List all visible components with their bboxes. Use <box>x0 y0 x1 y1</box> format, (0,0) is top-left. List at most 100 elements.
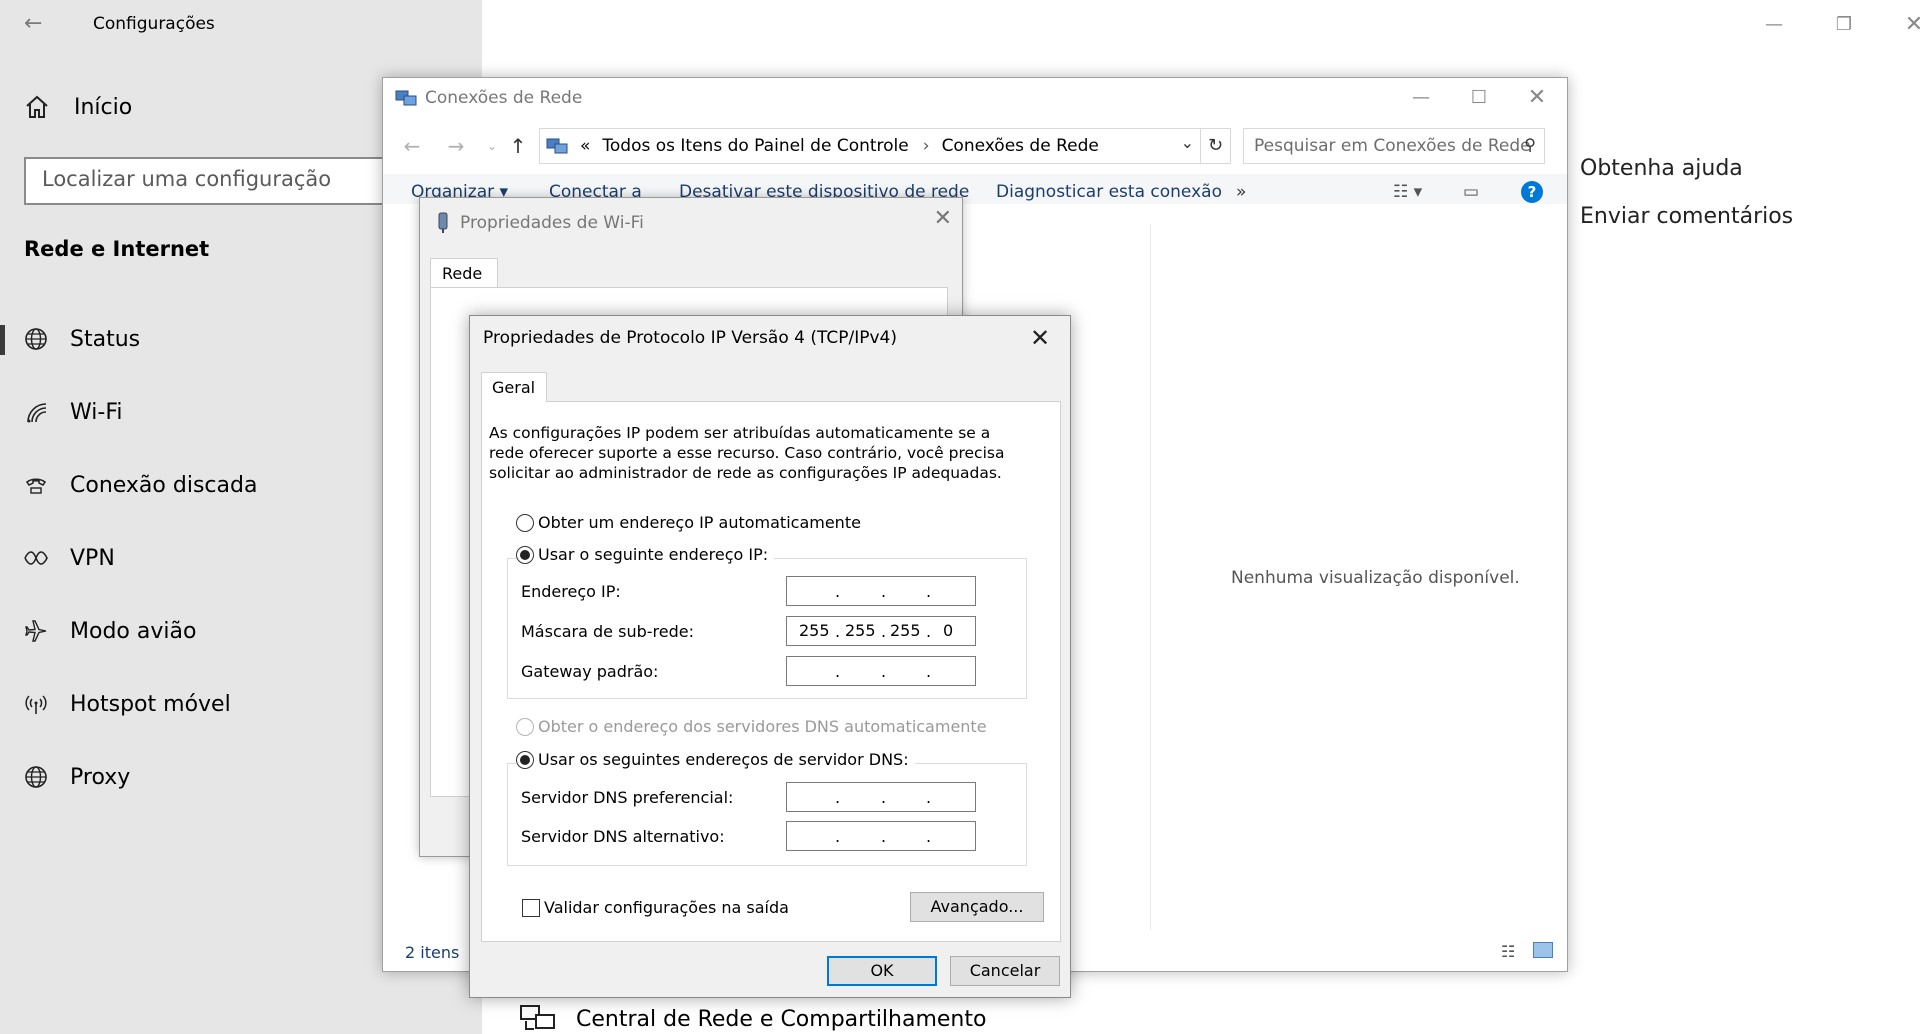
explorer-title-bar: Conexões de Rede <box>395 88 582 108</box>
close-button[interactable]: ✕ <box>1892 8 1920 42</box>
ok-button[interactable]: OK <box>827 956 937 986</box>
radio-auto-dns[interactable]: Obter o endereço dos servidores DNS auto… <box>516 717 987 736</box>
radio-manual-ip[interactable]: Usar o seguinte endereço IP: <box>516 545 775 564</box>
advanced-button[interactable]: Avançado... <box>910 892 1044 922</box>
tab-geral[interactable]: Geral <box>481 372 547 402</box>
item-count: 2 itens <box>405 943 460 962</box>
app-title: Configurações <box>93 14 215 34</box>
subnet-mask-label: Máscara de sub-rede: <box>521 622 694 641</box>
sidebar-item-label: Modo avião <box>70 618 197 644</box>
ipv4-description: As configurações IP podem ser atribuídas… <box>489 424 1005 482</box>
wifi-title-bar: Propriedades de Wi-Fi <box>436 212 644 234</box>
chevron-right-icon: › <box>922 136 930 156</box>
view-options-icon[interactable]: ☷ ▾ <box>1393 182 1422 202</box>
chevron-down-icon[interactable]: ⌄ <box>1181 133 1194 152</box>
address-bar[interactable]: « Todos os Itens do Painel de Controle ›… <box>539 128 1231 164</box>
validate-label: Validar configurações na saída <box>544 898 789 917</box>
network-folder-icon <box>395 90 417 106</box>
wifi-adapter-icon <box>438 212 448 233</box>
sidebar-item-label: Proxy <box>70 764 131 790</box>
dns-preferred-label: Servidor DNS preferencial: <box>521 788 734 807</box>
preview-pane-icon[interactable]: ▭ <box>1463 182 1479 202</box>
up-icon[interactable]: ↑ <box>505 133 531 159</box>
vpn-icon <box>23 545 49 571</box>
home-label: Início <box>74 94 133 120</box>
mask-octet-2: 255 <box>845 621 876 640</box>
network-sharing-center-link[interactable]: Central de Rede e Compartilhamento <box>518 1003 986 1034</box>
sidebar-item-label: VPN <box>70 545 115 571</box>
radio-manual-dns-label: Usar os seguintes endereços de servidor … <box>538 750 909 769</box>
dns-alternate-label: Servidor DNS alternativo: <box>521 827 725 846</box>
help-icon[interactable]: ? <box>1521 181 1543 203</box>
radio-indicator <box>516 717 534 736</box>
explorer-minimize-button[interactable]: — <box>1393 82 1449 114</box>
home-nav-item[interactable]: Início <box>24 94 132 120</box>
cancel-button[interactable]: Cancelar <box>950 956 1060 986</box>
gateway-label: Gateway padrão: <box>521 662 659 681</box>
no-preview-text: Nenhuma visualização disponível. <box>1231 568 1520 588</box>
breadcrumb-network-connections[interactable]: Conexões de Rede <box>942 136 1099 156</box>
control-panel-icon <box>546 138 568 154</box>
validate-checkbox[interactable]: Validar configurações na saída <box>522 898 789 917</box>
radio-indicator-selected <box>516 545 534 564</box>
sidebar-item-label: Status <box>70 326 141 352</box>
explorer-search-input[interactable]: Pesquisar em Conexões de Rede ⚲ <box>1243 128 1545 164</box>
breadcrumb-prefix[interactable]: « <box>580 136 590 156</box>
bottom-link-label: Central de Rede e Compartilhamento <box>576 1006 987 1032</box>
ip-address-label: Endereço IP: <box>521 582 621 601</box>
help-link[interactable]: Obtenha ajuda <box>1580 156 1743 181</box>
explorer-search-placeholder: Pesquisar em Conexões de Rede <box>1254 136 1531 156</box>
subnet-mask-field[interactable]: 255 . 255 . 255 . 0 <box>786 616 976 646</box>
sidebar-item-label: Conexão discada <box>70 472 258 498</box>
gateway-field[interactable]: ... <box>786 656 976 686</box>
ip-address-field[interactable]: ... <box>786 576 976 606</box>
restore-button[interactable]: ❐ <box>1822 8 1866 42</box>
globe-icon <box>23 326 49 352</box>
wifi-close-button[interactable]: ✕ <box>934 206 952 231</box>
radio-auto-ip[interactable]: Obter um endereço IP automaticamente <box>516 513 861 532</box>
explorer-close-button[interactable]: ✕ <box>1509 82 1565 114</box>
wifi-icon <box>23 399 49 425</box>
feedback-link[interactable]: Enviar comentários <box>1580 204 1793 229</box>
dns-preferred-field[interactable]: ... <box>786 782 976 812</box>
recent-dropdown-icon[interactable]: ⌄ <box>479 133 505 159</box>
diagnose-button[interactable]: Diagnosticar esta conexão <box>996 182 1222 202</box>
ipv4-close-button[interactable]: ✕ <box>1020 321 1060 355</box>
network-center-icon <box>520 1005 555 1030</box>
forward-icon[interactable]: → <box>443 133 469 159</box>
mask-octet-4: 0 <box>943 621 954 640</box>
sidebar-item-label: Wi-Fi <box>70 399 123 425</box>
dns-alternate-field[interactable]: ... <box>786 821 976 851</box>
ipv4-properties-dialog: Propriedades de Protocolo IP Versão 4 (T… <box>469 315 1071 998</box>
radio-indicator <box>516 513 534 532</box>
radio-manual-dns[interactable]: Usar os seguintes endereços de servidor … <box>516 750 915 769</box>
radio-auto-dns-label: Obter o endereço dos servidores DNS auto… <box>538 717 987 736</box>
search-icon: ⚲ <box>1524 135 1536 154</box>
large-icons-view-icon[interactable] <box>1533 942 1553 958</box>
dialup-icon <box>23 472 49 498</box>
hotspot-icon <box>23 691 49 717</box>
back-icon[interactable]: ← <box>399 133 425 159</box>
minimize-button[interactable]: — <box>1752 8 1796 42</box>
wifi-title: Propriedades de Wi-Fi <box>460 213 644 233</box>
preview-divider <box>1150 224 1151 930</box>
ipv4-title: Propriedades de Protocolo IP Versão 4 (T… <box>483 328 897 348</box>
airplane-icon <box>23 618 49 644</box>
radio-indicator-selected <box>516 750 534 769</box>
section-title: Rede e Internet <box>24 237 210 261</box>
sidebar-item-label: Hotspot móvel <box>70 691 231 717</box>
globe-icon <box>23 764 49 790</box>
explorer-maximize-button[interactable]: ☐ <box>1451 82 1507 114</box>
details-view-icon[interactable]: ☷ <box>1501 942 1515 961</box>
mask-octet-1: 255 <box>799 621 830 640</box>
checkbox-box <box>522 898 540 917</box>
settings-search-input[interactable]: Localizar uma configuração <box>24 157 444 205</box>
radio-auto-ip-label: Obter um endereço IP automaticamente <box>538 513 861 532</box>
breadcrumb-control-panel[interactable]: Todos os Itens do Painel de Controle <box>602 136 908 156</box>
mask-octet-3: 255 <box>890 621 921 640</box>
refresh-icon[interactable]: ↻ <box>1200 129 1230 163</box>
tab-rede[interactable]: Rede <box>430 258 498 288</box>
more-commands-button[interactable]: » <box>1236 182 1246 202</box>
back-arrow-icon[interactable]: ← <box>24 10 54 38</box>
home-icon <box>26 95 48 118</box>
